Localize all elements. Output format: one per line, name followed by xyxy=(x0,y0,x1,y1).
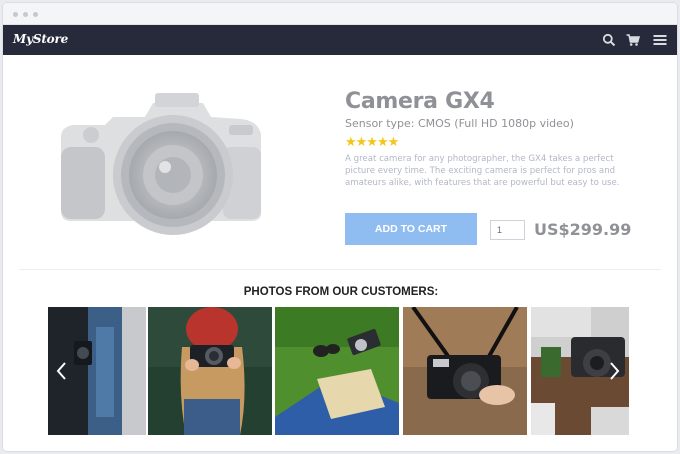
quantity-input[interactable] xyxy=(490,220,525,240)
customer-photo[interactable] xyxy=(403,307,527,435)
product-image xyxy=(61,93,261,235)
product-price: US$299.99 xyxy=(534,220,632,239)
chevron-left-icon xyxy=(56,362,66,380)
cart-icon[interactable] xyxy=(626,33,640,47)
product-description: A great camera for any photographer, the… xyxy=(345,154,620,188)
gallery-next-button[interactable] xyxy=(606,361,622,381)
rating-stars: ★★★★★ xyxy=(345,134,399,149)
section-divider xyxy=(19,269,661,270)
add-to-cart-button[interactable]: ADD TO CART xyxy=(345,213,477,245)
store-logo[interactable]: MyStore xyxy=(13,32,68,46)
window-titlebar xyxy=(3,3,677,25)
window-dot xyxy=(33,12,38,17)
window-dot xyxy=(23,12,28,17)
chevron-right-icon xyxy=(610,362,620,380)
product-title: Camera GX4 xyxy=(345,89,495,114)
top-navbar: MyStore xyxy=(3,25,677,55)
window-dot xyxy=(13,12,18,17)
browser-window: MyStore Camera GX4 Sensor type: CMOS (Fu… xyxy=(2,2,678,452)
product-subtitle: Sensor type: CMOS (Full HD 1080p video) xyxy=(345,117,574,130)
menu-icon[interactable] xyxy=(653,33,667,47)
customer-photo[interactable] xyxy=(275,307,399,435)
gallery-prev-button[interactable] xyxy=(54,361,70,381)
search-icon[interactable] xyxy=(602,33,616,47)
gallery-title: PHOTOS FROM OUR CUSTOMERS: xyxy=(243,286,439,298)
customer-photo[interactable] xyxy=(148,307,272,435)
